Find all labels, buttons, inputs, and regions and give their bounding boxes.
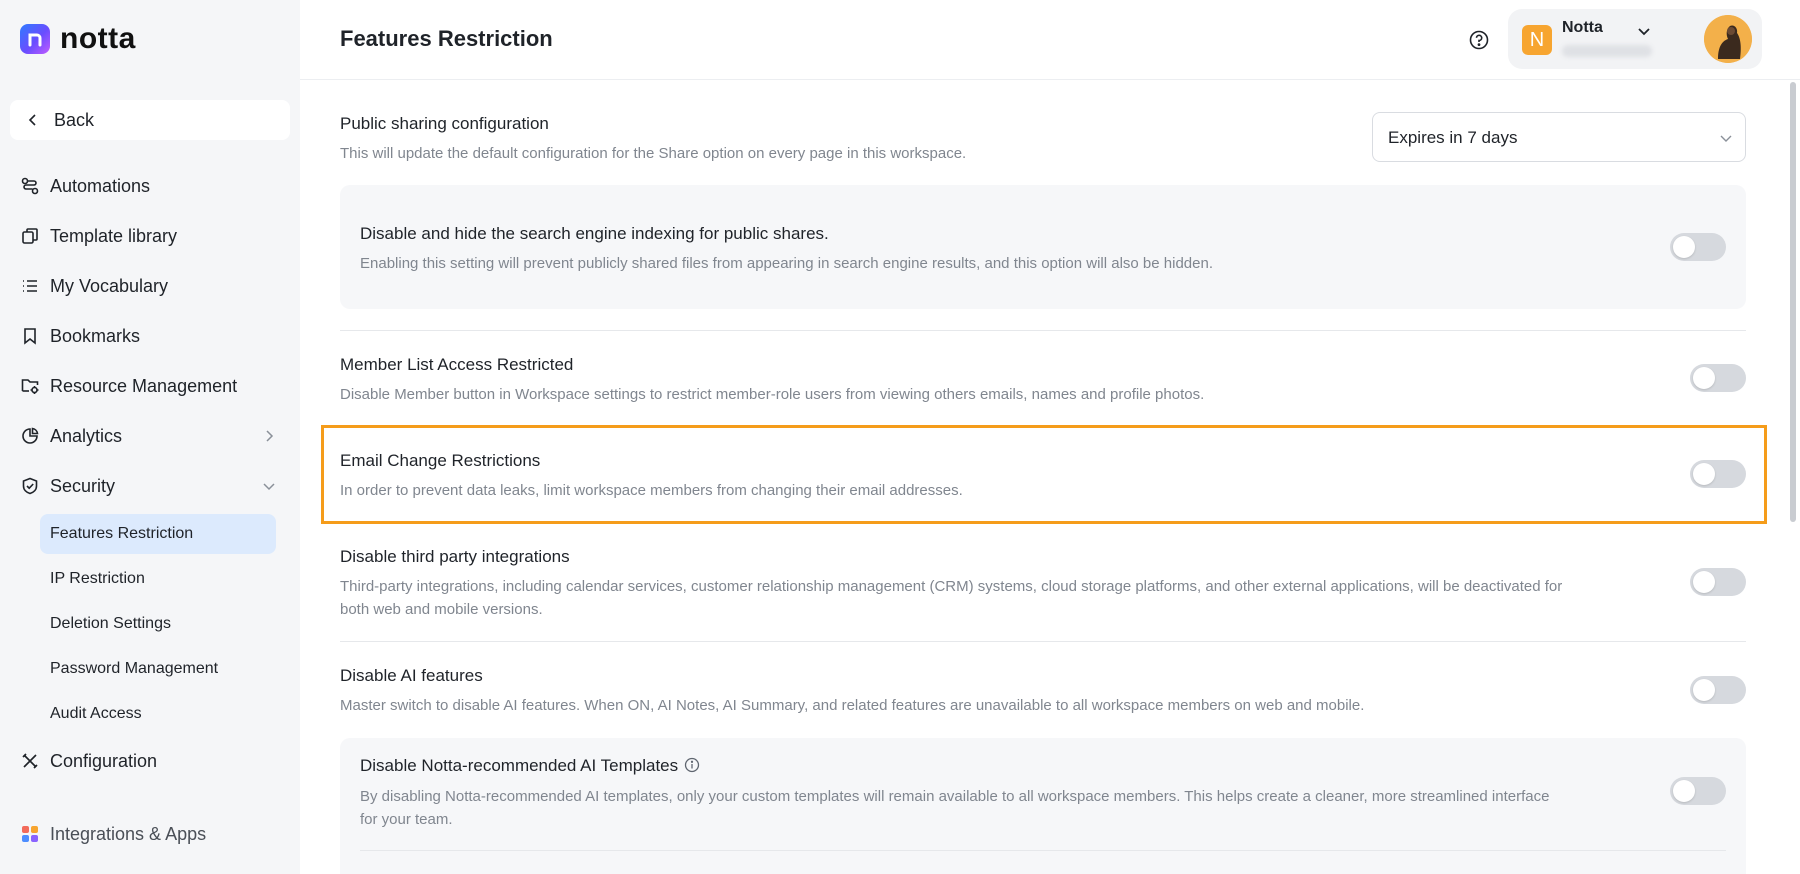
sidebar-item-label: Resource Management — [50, 375, 238, 396]
sidebar-item-label: Automations — [50, 175, 151, 196]
public-sharing-desc: This will update the default configurati… — [340, 145, 967, 162]
email-change-toggle[interactable] — [1690, 460, 1746, 488]
top-header: Features Restriction N Notta — [300, 0, 1800, 80]
public-sharing-select[interactable]: Expires in 7 days — [1372, 112, 1746, 162]
folder-settings-icon — [20, 376, 40, 396]
public-sharing-select-value: Expires in 7 days — [1388, 128, 1518, 147]
workspace-badge: N — [1522, 25, 1552, 55]
list-icon — [20, 276, 40, 296]
logo-text: notta — [60, 22, 136, 55]
chevron-down-icon — [1720, 135, 1732, 142]
ai-features-toggle[interactable] — [1690, 676, 1746, 704]
sidebar-subitem-audit-access[interactable]: Audit Access — [40, 694, 276, 734]
sidebar-item-label: Template library — [50, 225, 178, 246]
info-icon[interactable] — [684, 757, 700, 773]
avatar[interactable] — [1704, 15, 1752, 63]
shield-icon — [20, 476, 40, 496]
search-indexing-title: Disable and hide the search engine index… — [360, 224, 829, 243]
member-list-toggle[interactable] — [1690, 364, 1746, 392]
workspace-switcher[interactable]: N Notta — [1508, 9, 1762, 69]
template-icon — [20, 226, 40, 246]
workspace-email-redacted — [1562, 45, 1652, 57]
chevron-left-icon — [28, 114, 36, 126]
sidebar-item-label: Security — [50, 475, 116, 496]
sidebar-item-resource-management[interactable]: Resource Management — [20, 368, 280, 404]
email-change-desc: In order to prevent data leaks, limit wo… — [340, 482, 963, 499]
back-label: Back — [54, 109, 95, 130]
sidebar-item-configuration[interactable]: Configuration — [20, 743, 280, 779]
sidebar-item-security[interactable]: Security — [20, 468, 280, 504]
automations-icon — [20, 176, 40, 196]
ai-templates-title-row: Disable Notta-recommended AI Templates — [360, 756, 700, 776]
sidebar-item-label: Bookmarks — [50, 325, 141, 346]
sidebar-item-label: Analytics — [50, 425, 123, 446]
sidebar: notta Back Automations Template library … — [0, 0, 300, 874]
third-party-toggle[interactable] — [1690, 568, 1746, 596]
sidebar-item-label: Integrations & Apps — [50, 823, 207, 844]
help-icon[interactable] — [1468, 29, 1490, 51]
sidebar-item-label: My Vocabulary — [50, 275, 169, 296]
sidebar-subitem-features-restriction[interactable]: Features Restriction — [40, 514, 276, 554]
search-indexing-toggle[interactable] — [1670, 233, 1726, 261]
ai-templates-desc-line1: By disabling Notta-recommended AI templa… — [360, 788, 1550, 805]
third-party-desc-line2: both web and mobile versions. — [340, 601, 543, 618]
sidebar-subitem-deletion-settings[interactable]: Deletion Settings — [40, 604, 276, 644]
bookmark-icon — [20, 326, 40, 346]
ai-features-title: Disable AI features — [340, 666, 483, 685]
email-change-highlight — [321, 425, 1767, 524]
sidebar-item-template-library[interactable]: Template library — [20, 218, 280, 254]
third-party-desc-line1: Third-party integrations, including cale… — [340, 578, 1563, 595]
back-button[interactable]: Back — [10, 100, 290, 140]
sidebar-item-analytics[interactable]: Analytics — [20, 418, 280, 454]
sidebar-subitem-ip-restriction[interactable]: IP Restriction — [40, 559, 276, 599]
sidebar-subitem-password-management[interactable]: Password Management — [40, 649, 276, 689]
apps-grid-icon — [20, 824, 40, 844]
notta-logo-icon — [20, 24, 50, 54]
chevron-down-icon — [263, 483, 275, 491]
divider — [340, 641, 1746, 642]
public-sharing-title: Public sharing configuration — [340, 114, 549, 133]
member-list-desc: Disable Member button in Workspace setti… — [340, 386, 1205, 403]
third-party-title: Disable third party integrations — [340, 547, 570, 566]
divider — [340, 330, 1746, 331]
sidebar-item-label: Configuration — [50, 750, 158, 771]
notta-logo[interactable]: notta — [20, 24, 136, 54]
workspace-name: Notta — [1562, 19, 1603, 36]
search-indexing-desc: Enabling this setting will prevent publi… — [360, 255, 1213, 272]
chevron-down-icon — [1638, 28, 1650, 36]
ai-templates-title: Disable Notta-recommended AI Templates — [360, 756, 679, 775]
tools-icon — [20, 751, 40, 771]
pie-chart-icon — [20, 426, 40, 446]
sidebar-item-bookmarks[interactable]: Bookmarks — [20, 318, 280, 354]
search-indexing-panel — [340, 185, 1746, 309]
sidebar-item-my-vocabulary[interactable]: My Vocabulary — [20, 268, 280, 304]
divider — [360, 850, 1726, 851]
page-title: Features Restriction — [340, 26, 553, 51]
scrollbar-thumb[interactable] — [1790, 82, 1796, 522]
ai-features-desc: Master switch to disable AI features. Wh… — [340, 697, 1365, 714]
chevron-right-icon — [266, 430, 274, 442]
ai-templates-desc-line2: for your team. — [360, 811, 453, 828]
ai-templates-toggle[interactable] — [1670, 777, 1726, 805]
email-change-title: Email Change Restrictions — [340, 451, 541, 470]
sidebar-item-integrations-apps[interactable]: Integrations & Apps — [20, 816, 280, 852]
member-list-title: Member List Access Restricted — [340, 355, 574, 374]
sidebar-item-automations[interactable]: Automations — [20, 168, 280, 204]
